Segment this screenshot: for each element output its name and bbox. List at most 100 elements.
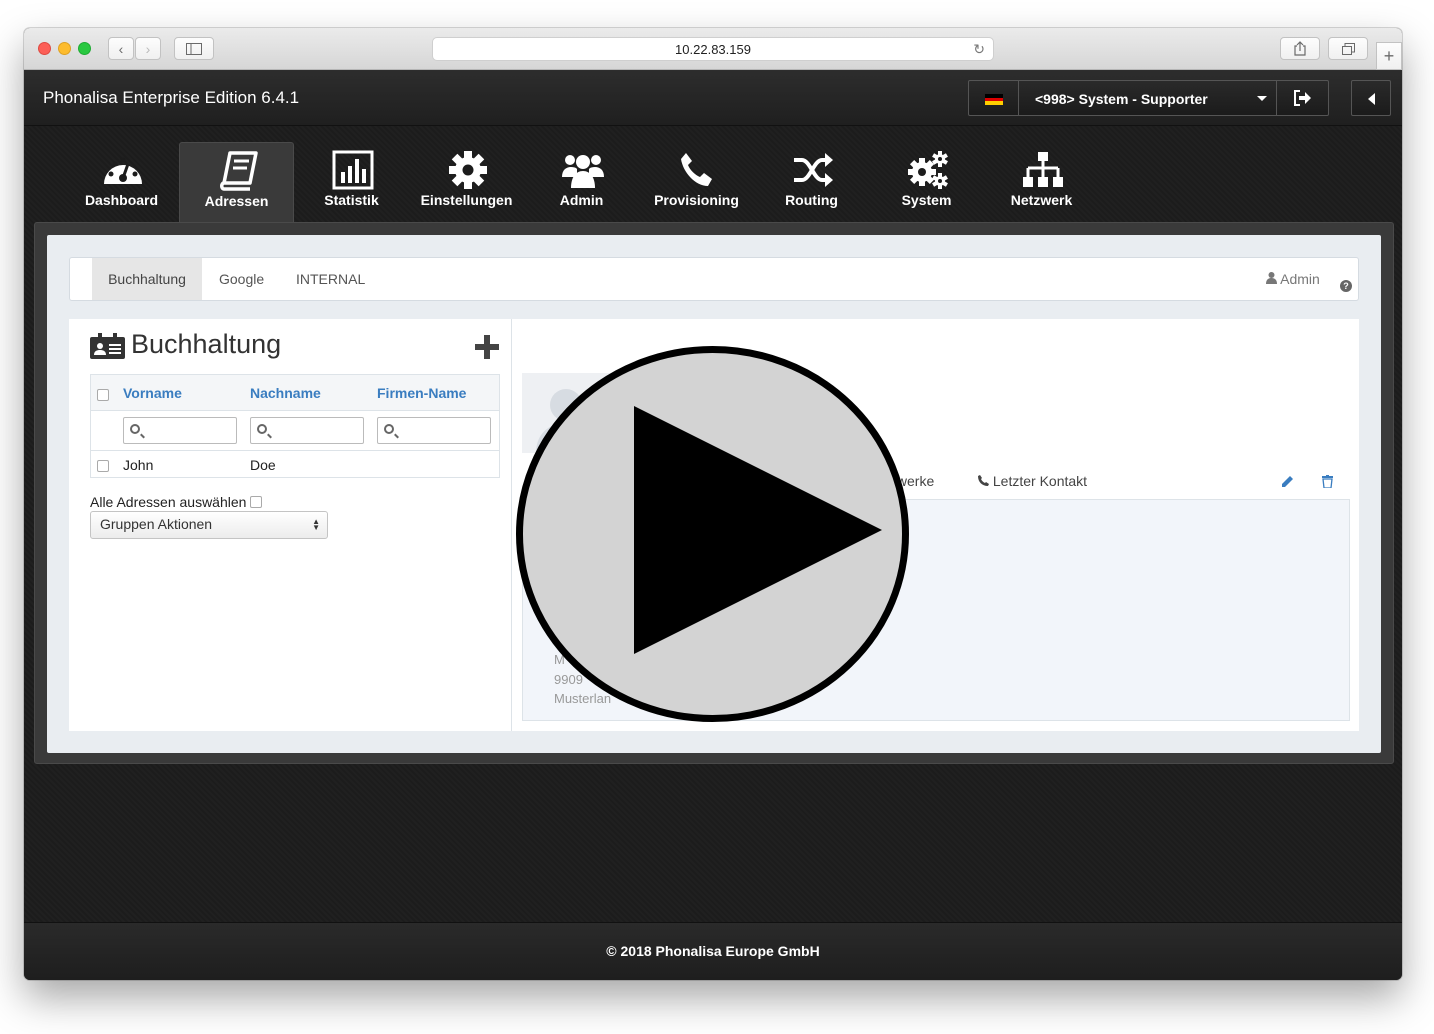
address-bar[interactable]: 10.22.83.159 ↻ [432, 37, 994, 61]
nav-adressen[interactable]: Adressen [179, 142, 294, 222]
cell-vorname[interactable]: John [123, 457, 153, 473]
url-text: 10.22.83.159 [675, 41, 751, 57]
gear-icon [449, 151, 487, 189]
sitemap-icon [1023, 152, 1063, 187]
tab-internal[interactable]: INTERNAL [296, 258, 365, 300]
tab-last-contact[interactable]: Letzter Kontakt [978, 473, 1087, 489]
nav-einstellungen[interactable]: Einstellungen [409, 142, 524, 222]
play-button-icon[interactable] [516, 346, 909, 722]
sidebar-toggle-button[interactable] [174, 37, 214, 60]
nav-label: System [901, 192, 952, 208]
select-all-addresses: Alle Adressen auswählen [90, 494, 263, 510]
last-contact-label: Letzter Kontakt [992, 473, 1088, 489]
collapse-button[interactable] [1351, 80, 1391, 116]
addressbook-tabs: Buchhaltung Google INTERNAL Admin ? [69, 257, 1359, 301]
shuffle-icon [794, 153, 833, 187]
column-vorname[interactable]: Vorname [123, 385, 182, 401]
reload-icon[interactable]: ↻ [973, 41, 985, 58]
group-actions-select[interactable]: Gruppen Aktionen ▲ ▼ [90, 511, 328, 539]
nav-label: Admin [559, 192, 604, 208]
list-title: Buchhaltung [131, 329, 282, 359]
nav-label: Dashboard [84, 192, 159, 208]
current-user-label[interactable]: <998> System - Supporter [1035, 91, 1208, 107]
nav-system[interactable]: System [869, 142, 984, 222]
user-switcher[interactable]: <998> System - Supporter [968, 80, 1329, 116]
nav-netzwerk[interactable]: Netzwerk [984, 142, 1099, 222]
nav-statistik[interactable]: Statistik [294, 142, 409, 222]
forward-button[interactable]: › [135, 37, 161, 60]
nav-routing[interactable]: Routing [754, 142, 869, 222]
trash-icon[interactable] [1322, 475, 1333, 488]
add-address-button[interactable] [475, 335, 499, 359]
select-all-addresses-checkbox[interactable] [250, 496, 263, 508]
sidebar-icon [186, 42, 202, 55]
close-window-button[interactable] [38, 42, 51, 55]
filter-firmen-name-input[interactable] [377, 417, 491, 444]
column-firmen-name[interactable]: Firmen-Name [377, 385, 466, 401]
column-nachname[interactable]: Nachname [250, 385, 321, 401]
new-tab-button[interactable]: + [1376, 42, 1402, 70]
logout-icon[interactable] [1293, 90, 1311, 106]
cell-nachname[interactable]: Doe [250, 457, 276, 473]
row-checkbox[interactable] [97, 460, 109, 472]
nav-label: Provisioning [654, 192, 739, 208]
tab-buchhaltung[interactable]: Buchhaltung [92, 258, 202, 300]
admin-link[interactable]: Admin [1266, 271, 1320, 287]
nav-label: Routing [785, 192, 838, 208]
select-arrows-icon: ▲ ▼ [312, 517, 320, 532]
app-header: Phonalisa Enterprise Edition 6.4.1 <998>… [24, 70, 1402, 126]
help-icon[interactable]: ? [1340, 280, 1352, 292]
filter-vorname-input[interactable] [123, 417, 237, 444]
gears-icon [908, 151, 948, 189]
users-icon [562, 155, 604, 188]
address-list-card: Buchhaltung Vorname Nachname Firmen-Name [69, 319, 511, 731]
tabs-overview-button[interactable] [1328, 37, 1368, 60]
chevron-left-icon: ‹ [118, 40, 124, 57]
search-icon [257, 424, 267, 434]
share-icon [1294, 41, 1306, 56]
chevron-right-icon: › [145, 40, 151, 57]
contact-card-icon [90, 333, 125, 359]
filter-nachname-input[interactable] [250, 417, 364, 444]
phone-icon [978, 475, 989, 486]
footer: © 2018 Phonalisa Europe GmbH [24, 922, 1402, 980]
plus-icon-v [484, 335, 490, 359]
filter-row [91, 411, 499, 451]
select-all-label: Alle Adressen auswählen [90, 494, 247, 510]
nav-provisioning[interactable]: Provisioning [639, 142, 754, 222]
browser-toolbar: ‹ › 10.22.83.159 ↻ + [24, 28, 1402, 70]
edit-pencil-icon[interactable] [1281, 475, 1294, 488]
tab-google[interactable]: Google [219, 258, 264, 300]
nav-dashboard[interactable]: Dashboard [64, 142, 179, 222]
back-button[interactable]: ‹ [108, 37, 134, 60]
nav-label: Adressen [204, 193, 269, 209]
nav-label: Einstellungen [420, 192, 513, 208]
zoom-window-button[interactable] [78, 42, 91, 55]
group-actions-value: Gruppen Aktionen [100, 516, 213, 532]
address-table: Vorname Nachname Firmen-Name John Doe [90, 374, 500, 478]
divider [1276, 81, 1277, 115]
plus-icon: + [1383, 45, 1395, 66]
app-title: Phonalisa Enterprise Edition 6.4.1 [43, 88, 300, 107]
divider [1018, 81, 1019, 115]
caret-down-icon[interactable] [1257, 96, 1267, 101]
german-flag-icon[interactable] [985, 94, 1003, 105]
select-all-rows-checkbox[interactable] [97, 389, 109, 401]
tabs-icon [1341, 42, 1355, 55]
caret-left-icon [1368, 93, 1375, 105]
dashboard-gauge-icon [104, 157, 142, 184]
search-icon [384, 424, 394, 434]
nav-label: Netzwerk [1010, 192, 1073, 208]
table-header: Vorname Nachname Firmen-Name [91, 375, 499, 411]
address-book-icon [220, 151, 258, 191]
minimize-window-button[interactable] [58, 42, 71, 55]
nav-admin[interactable]: Admin [524, 142, 639, 222]
admin-link-label: Admin [1280, 271, 1320, 287]
search-icon [130, 424, 140, 434]
nav-label: Statistik [324, 192, 379, 208]
main-nav: Dashboard Adressen Statistik Einstellung… [64, 142, 1099, 222]
bar-chart-icon [332, 150, 374, 190]
user-icon [1266, 272, 1277, 284]
phone-icon [681, 153, 712, 186]
share-button[interactable] [1280, 37, 1320, 60]
